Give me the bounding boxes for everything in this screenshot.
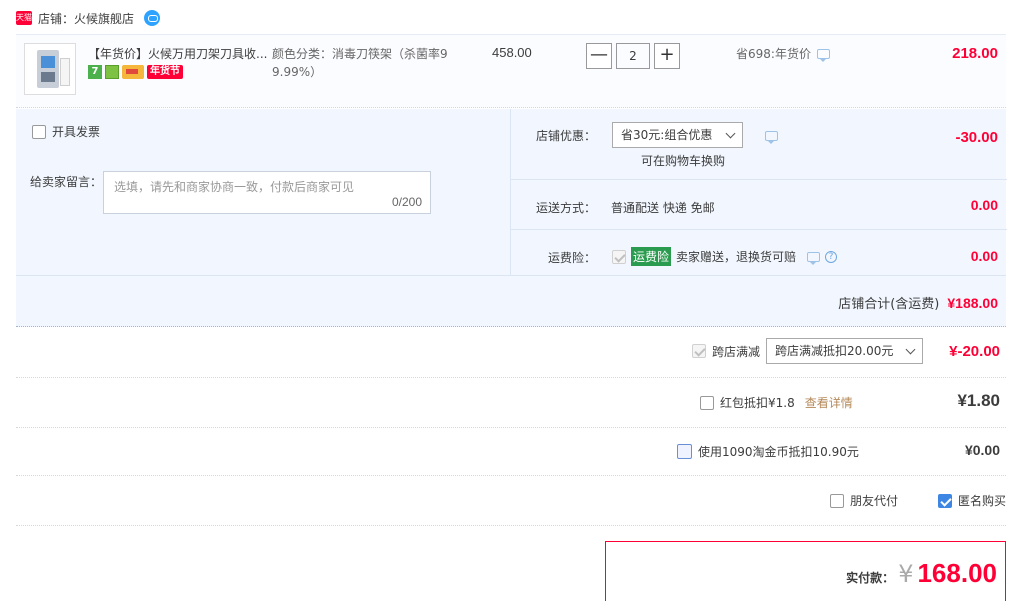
- product-thumbnail[interactable]: [24, 43, 76, 95]
- final-label: 实付款：: [846, 571, 895, 585]
- insurance-tag: 运费险: [631, 247, 672, 266]
- red-packet-label: 红包抵扣¥1.8: [720, 396, 795, 410]
- insurance-amount: 0.00: [970, 248, 998, 264]
- new-year-festival-badge: 年货节: [147, 65, 183, 79]
- chevron-down-icon: [905, 344, 916, 354]
- sku-value-line2: 9.99%）: [272, 65, 323, 79]
- credit-card-icon: [122, 65, 144, 79]
- product-row: 【年货价】火候万用刀架刀具收... 7 年货节 颜色分类：消毒刀筷架（杀菌率9 …: [16, 34, 1006, 108]
- qty-input[interactable]: 2: [616, 43, 650, 69]
- final-amount: 168.00: [917, 558, 997, 588]
- final-currency: ¥: [898, 560, 914, 588]
- red-packet-option: 红包抵扣¥1.8 查看详情: [700, 394, 853, 411]
- shop-total: 店铺合计(含运费) ¥188.00: [838, 293, 998, 313]
- taojinbi-amount: ¥0.00: [964, 442, 1000, 458]
- invoice-option[interactable]: 开具发票: [32, 123, 100, 140]
- anonymous-checkbox[interactable]: [938, 493, 952, 508]
- shop-discount-label: 店铺优惠：: [536, 129, 597, 143]
- shop-discount-select[interactable]: 省30元:组合优惠: [612, 122, 743, 148]
- invoice-checkbox[interactable]: [32, 124, 46, 139]
- red-packet-details-link[interactable]: 查看详情: [805, 394, 853, 411]
- friend-pay-checkbox[interactable]: [830, 493, 844, 508]
- cross-store-amount: ¥-20.00: [949, 343, 1000, 360]
- insurance-option: 运费险 卖家赠送，退换货可赔 ?: [612, 247, 838, 266]
- taojinbi-label: 使用1090淘金币抵扣10.90元: [698, 445, 859, 459]
- saving-info: 省698:年货价: [736, 45, 830, 62]
- shop-options-panel: 店铺优惠： 省30元:组合优惠 可在购物车换购 -30.00 运送方式： 普通配…: [510, 109, 1007, 275]
- shop-header: 天猫 店铺： 火候旗舰店: [16, 8, 161, 28]
- item-subtotal: 218.00: [952, 45, 998, 62]
- qty-plus-button[interactable]: +: [654, 43, 680, 69]
- friend-pay-option[interactable]: 朋友代付: [830, 492, 898, 509]
- shipping-label: 运送方式：: [536, 201, 597, 215]
- taojinbi-option: 使用1090淘金币抵扣10.90元: [677, 443, 859, 460]
- red-packet-checkbox[interactable]: [700, 395, 714, 410]
- cross-store-label: 跨店满减: [712, 344, 761, 359]
- red-packet-amount: ¥1.80: [957, 391, 1000, 410]
- friend-pay-label: 朋友代付: [850, 494, 899, 508]
- comment-icon[interactable]: [807, 251, 821, 265]
- note-placeholder: 选填，请先和商家协商一致，付款后商家可见: [114, 180, 355, 194]
- guarantee-icon: [105, 65, 119, 79]
- sku-value: 消毒刀筷架（杀菌率9: [332, 47, 448, 61]
- cross-store-discount: 跨店满减 跨店满减抵扣20.00元: [692, 338, 924, 364]
- shop-discount-hint: 可在购物车换购: [641, 154, 726, 168]
- shop-discount-value: 省30元:组合优惠: [621, 128, 713, 142]
- order-options: 开具发票 给卖家留言： 选填，请先和商家协商一致，付款后商家可见 0/200 店…: [16, 109, 1007, 327]
- insurance-checkbox: [612, 249, 626, 264]
- note-char-counter: 0/200: [391, 195, 422, 209]
- saving-text: 省698:年货价: [736, 47, 811, 61]
- help-icon[interactable]: ?: [825, 250, 838, 263]
- sku-label: 颜色分类：: [272, 47, 333, 61]
- taojinbi-checkbox[interactable]: [677, 444, 692, 459]
- shop-name[interactable]: 火候旗舰店: [74, 10, 134, 27]
- seller-note-field[interactable]: 选填，请先和商家协商一致，付款后商家可见 0/200: [103, 171, 431, 214]
- anonymous-label: 匿名购买: [958, 494, 1007, 508]
- shop-total-label: 店铺合计(含运费): [838, 297, 940, 312]
- cross-store-checkbox: [692, 344, 706, 358]
- product-title[interactable]: 【年货价】火候万用刀架刀具收...: [88, 45, 268, 62]
- anonymous-option[interactable]: 匿名购买: [938, 492, 1006, 509]
- seven-day-return-icon: 7: [88, 65, 102, 79]
- product-badges: 7 年货节: [88, 65, 183, 79]
- qty-minus-button[interactable]: —: [586, 43, 612, 69]
- note-label: 给卖家留言：: [30, 175, 103, 189]
- quantity-stepper: — 2 +: [586, 43, 680, 69]
- cross-store-value: 跨店满减抵扣20.00元: [775, 344, 894, 358]
- shipping-amount: 0.00: [970, 197, 998, 213]
- comment-icon[interactable]: [765, 131, 778, 144]
- final-payment-box: 实付款： ¥ 168.00: [605, 541, 1006, 601]
- insurance-desc: 卖家赠送，退换货可赔: [676, 250, 797, 264]
- comment-icon[interactable]: [816, 48, 830, 62]
- chevron-down-icon: [725, 128, 736, 138]
- insurance-label: 运费险：: [548, 251, 597, 265]
- shop-discount-amount: -30.00: [955, 129, 998, 146]
- cross-store-select[interactable]: 跨店满减抵扣20.00元: [766, 338, 924, 364]
- shop-total-amount: ¥188.00: [947, 294, 998, 311]
- wangwang-chat-icon[interactable]: [144, 10, 161, 26]
- shipping-method: 普通配送 快递 免邮: [611, 201, 715, 215]
- shop-label: 店铺：: [38, 11, 75, 26]
- final-payment: 实付款： ¥ 168.00: [846, 558, 997, 589]
- tmall-icon: 天猫: [16, 11, 32, 25]
- product-sku: 颜色分类：消毒刀筷架（杀菌率9 9.99%）: [272, 45, 462, 81]
- invoice-label: 开具发票: [52, 125, 101, 139]
- unit-price: 458.00: [492, 45, 532, 60]
